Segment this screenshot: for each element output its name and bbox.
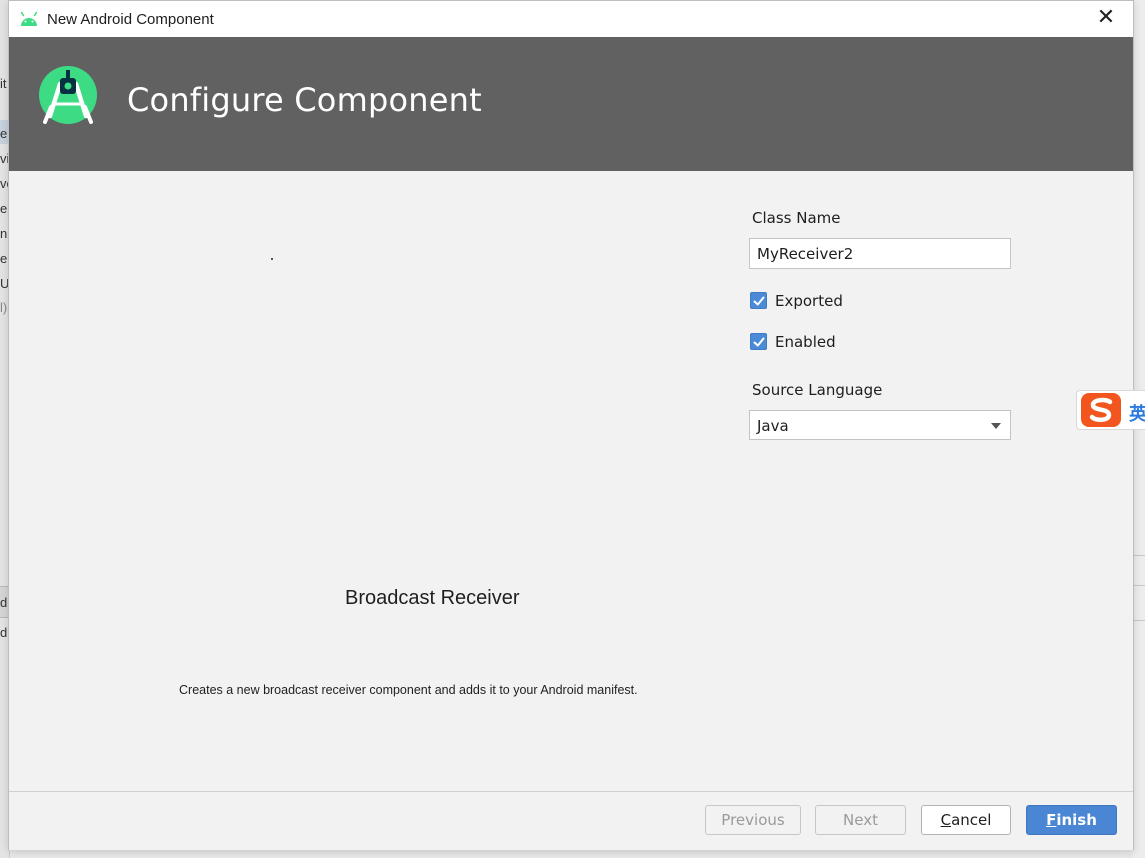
wizard-header: Configure Component <box>9 37 1133 171</box>
page-title: Configure Component <box>127 81 482 119</box>
background-text: d <box>0 595 8 610</box>
background-divider <box>1133 620 1145 621</box>
finish-button[interactable]: Finish <box>1026 805 1117 835</box>
android-studio-logo <box>39 66 97 124</box>
cancel-button[interactable]: Cancel <box>921 805 1011 835</box>
enabled-checkbox[interactable] <box>750 333 767 350</box>
finish-mnemonic: F <box>1046 811 1057 829</box>
chevron-down-icon <box>991 423 1001 429</box>
finish-label: inish <box>1056 811 1097 829</box>
background-divider <box>1133 585 1145 586</box>
checkmark-icon <box>753 296 765 306</box>
source-language-label: Source Language <box>752 381 883 399</box>
background-text: d <box>0 625 8 640</box>
previous-button[interactable]: Previous <box>705 805 801 835</box>
cancel-mnemonic: C <box>940 811 952 829</box>
source-language-value: Java <box>757 417 789 435</box>
background-divider <box>1133 555 1145 556</box>
component-description: Creates a new broadcast receiver compone… <box>179 683 638 697</box>
window-title: New Android Component <box>47 11 214 28</box>
wizard-content: Broadcast Receiver Creates a new broadca… <box>9 171 1133 791</box>
exported-checkbox[interactable] <box>750 292 767 309</box>
sogou-ime-icon <box>1081 393 1121 427</box>
source-language-dropdown[interactable]: Java <box>749 410 1011 440</box>
wizard-footer: Previous Next Cancel Finish <box>9 791 1133 850</box>
preview-image <box>271 258 273 260</box>
background-text: e <box>0 126 8 141</box>
new-android-component-dialog: New Android Component ✕ Configure Compon… <box>8 0 1134 850</box>
ime-toolbar[interactable]: 英 <box>1076 390 1145 430</box>
class-name-field[interactable]: MyReceiver2 <box>749 238 1011 269</box>
next-button[interactable]: Next <box>815 805 906 835</box>
ime-mode-indicator: 英 <box>1129 404 1145 425</box>
background-text: e <box>0 251 8 266</box>
checkmark-icon <box>753 337 765 347</box>
background-text: l) <box>0 300 8 315</box>
cancel-label: ancel <box>951 811 992 829</box>
background-text: it <box>0 76 7 91</box>
exported-label: Exported <box>775 292 843 310</box>
android-icon <box>20 11 38 26</box>
close-icon[interactable]: ✕ <box>1095 7 1117 29</box>
enabled-label: Enabled <box>775 333 836 351</box>
title-bar: New Android Component ✕ <box>9 1 1133 37</box>
component-name: Broadcast Receiver <box>345 587 520 609</box>
background-text: n <box>0 226 8 241</box>
class-name-label: Class Name <box>752 209 841 227</box>
background-text: e <box>0 201 8 216</box>
